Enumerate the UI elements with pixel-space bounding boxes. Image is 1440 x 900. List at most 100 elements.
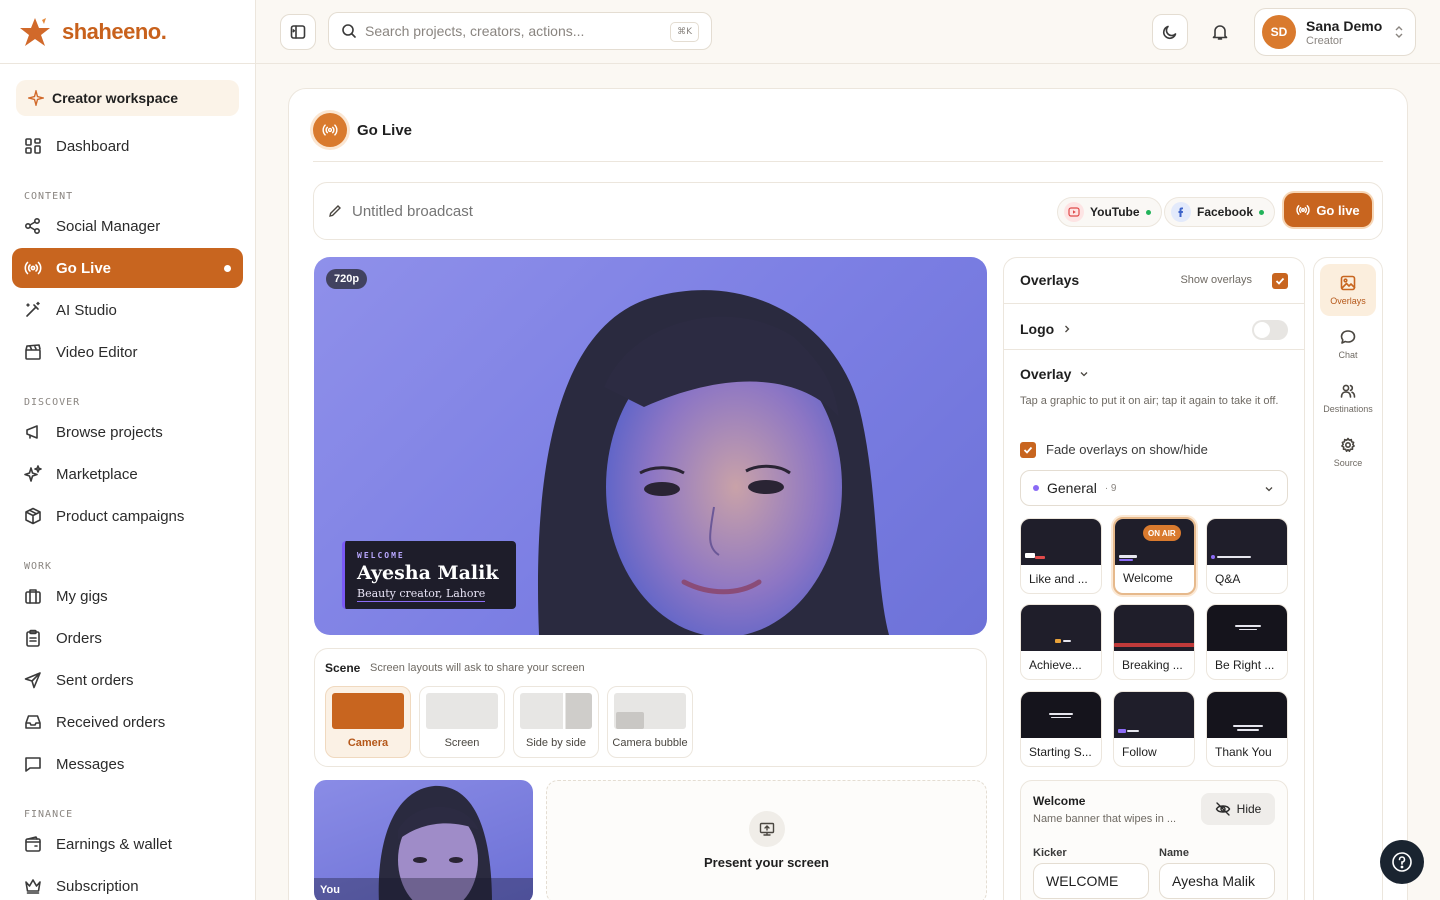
name-input[interactable] [1159, 863, 1275, 899]
pencil-icon [329, 205, 341, 217]
fade-overlays-checkbox[interactable] [1020, 442, 1036, 458]
sidebar-toggle-button[interactable] [280, 14, 316, 50]
sidebar-item-marketplace[interactable]: Marketplace [12, 454, 243, 494]
stream-preview[interactable]: 720p WELCOME Ayesha Malik Beauty creator… [314, 257, 987, 635]
workspace-switcher[interactable]: Creator workspace [16, 80, 239, 116]
overlay-card-starting-soon[interactable]: Starting S... [1020, 691, 1102, 767]
overlay-card-be-right-back[interactable]: Be Right ... [1206, 604, 1288, 680]
share-icon [24, 217, 41, 235]
divider [313, 161, 1383, 162]
overlay-card-like[interactable]: Like and ... [1020, 518, 1102, 594]
show-overlays-label: Show overlays [1180, 274, 1252, 286]
rail-tab-source[interactable]: Source [1320, 426, 1376, 478]
sidebar-item-my-gigs[interactable]: My gigs [12, 576, 243, 616]
camera-tile-label: You [320, 884, 340, 896]
scene-option-camera[interactable]: Camera [325, 686, 411, 758]
sidebar-item-sent-orders[interactable]: Sent orders [12, 660, 243, 700]
help-button[interactable] [1380, 840, 1424, 884]
sidebar-item-video-editor[interactable]: Video Editor [12, 332, 243, 372]
thumb-mark [1127, 730, 1139, 732]
sidebar-item-earnings-wallet[interactable]: Earnings & wallet [12, 824, 243, 864]
thumb-mark [1114, 643, 1194, 647]
user-role: Creator [1306, 34, 1343, 47]
overlay-card-achievement[interactable]: Achieve... [1020, 604, 1102, 680]
sidebar-item-go-live[interactable]: Go Live [12, 248, 243, 288]
overlay-card-welcome[interactable]: ON AIR Welcome [1113, 517, 1196, 595]
sidebar-item-social-manager[interactable]: Social Manager [12, 206, 243, 246]
destination-youtube[interactable]: YouTube [1057, 197, 1162, 227]
scene-option-screen[interactable]: Screen [419, 686, 505, 758]
megaphone-icon [26, 425, 38, 439]
lower-third-subtitle: Beauty creator, Lahore [357, 587, 486, 602]
page-header: Go Live [313, 113, 412, 147]
divider [1004, 303, 1304, 304]
scene-thumb [520, 693, 592, 729]
sidebar-item-ai-studio[interactable]: AI Studio [12, 290, 243, 330]
search-icon [342, 24, 356, 38]
overlay-thumbnail [1114, 692, 1194, 738]
sidebar-item-messages[interactable]: Messages [12, 744, 243, 784]
scene-selector: Scene Screen layouts will ask to share y… [314, 648, 987, 767]
help-icon [1392, 852, 1412, 872]
sidebar-item-received-orders[interactable]: Received orders [12, 702, 243, 742]
logo-toggle[interactable] [1252, 320, 1288, 340]
overlay-card-breaking[interactable]: Breaking ... [1113, 604, 1195, 680]
broadcast-icon [24, 261, 42, 275]
section-finance: FINANCE [24, 809, 74, 820]
overlay-card-qa[interactable]: Q&A [1206, 518, 1288, 594]
logo-row[interactable]: Logo [1020, 321, 1072, 337]
scene-hint: Screen layouts will ask to share your sc… [370, 662, 585, 674]
broadcast-icon [322, 124, 338, 136]
rail-tab-chat[interactable]: Chat [1320, 318, 1376, 370]
overlay-editor-title: Welcome [1033, 794, 1086, 808]
scene-thumb [332, 693, 404, 729]
notifications-button[interactable] [1202, 14, 1238, 50]
kicker-label: Kicker [1033, 847, 1067, 859]
search-input[interactable] [365, 23, 655, 39]
thumb-mark [1025, 553, 1035, 558]
sidebar-item-label: Messages [56, 755, 125, 773]
overlays-panel: Overlays Show overlays Logo Overlay Tap … [1003, 257, 1305, 900]
rail-tab-overlays[interactable]: Overlays [1320, 264, 1376, 316]
destination-facebook[interactable]: Facebook [1164, 197, 1276, 227]
go-live-panel: Go Live YouTube Facebook Go live [288, 88, 1408, 900]
show-overlays-checkbox[interactable] [1272, 273, 1288, 289]
thumb-mark [1051, 717, 1071, 718]
sidebar: shaheeno. Creator workspace Dashboard CO… [0, 0, 256, 900]
scene-option-side-by-side[interactable]: Side by side [513, 686, 599, 758]
send-icon [24, 672, 41, 689]
overlay-group-select[interactable]: General · 9 [1020, 470, 1288, 506]
go-live-button[interactable]: Go live [1284, 193, 1372, 227]
brand[interactable]: shaheeno. [0, 0, 255, 64]
broadcast-title-input[interactable] [352, 202, 952, 220]
sidebar-item-browse-projects[interactable]: Browse projects [12, 412, 243, 452]
gear-icon [1341, 437, 1355, 452]
group-color-dot [1033, 485, 1039, 491]
overlay-card-thank-you[interactable]: Thank You [1206, 691, 1288, 767]
sidebar-item-label: Marketplace [56, 465, 138, 483]
sidebar-item-product-campaigns[interactable]: Product campaigns [12, 496, 243, 536]
theme-toggle-button[interactable] [1152, 14, 1188, 50]
go-live-label: Go live [1316, 202, 1360, 218]
thumb-mark [1217, 556, 1251, 558]
camera-thumbnail [314, 785, 533, 900]
scene-thumb [614, 693, 686, 729]
hide-overlay-button[interactable]: Hide [1201, 793, 1275, 825]
sidebar-item-label: Earnings & wallet [56, 835, 172, 853]
workspace-label: Creator workspace [52, 90, 179, 106]
sidebar-item-label: Dashboard [56, 137, 130, 155]
sidebar-item-orders[interactable]: Orders [12, 618, 243, 658]
sidebar-item-dashboard[interactable]: Dashboard [12, 126, 243, 166]
kicker-input[interactable] [1033, 863, 1149, 899]
present-screen-tile[interactable]: Present your screen [546, 780, 987, 900]
sidebar-item-subscription[interactable]: Subscription [12, 866, 243, 900]
overlay-card-follow[interactable]: Follow [1113, 691, 1195, 767]
overlay-section-toggle[interactable]: Overlay [1020, 366, 1089, 382]
chat-icon [1340, 329, 1356, 344]
scene-option-camera-bubble[interactable]: Camera bubble [607, 686, 693, 758]
rail-tab-destinations[interactable]: Destinations [1320, 372, 1376, 424]
user-menu[interactable]: SD Sana Demo Creator [1254, 8, 1416, 56]
search-bar[interactable]: ⌘K [328, 12, 712, 50]
camera-tile[interactable]: You [314, 780, 533, 900]
inbox-icon [25, 715, 41, 729]
